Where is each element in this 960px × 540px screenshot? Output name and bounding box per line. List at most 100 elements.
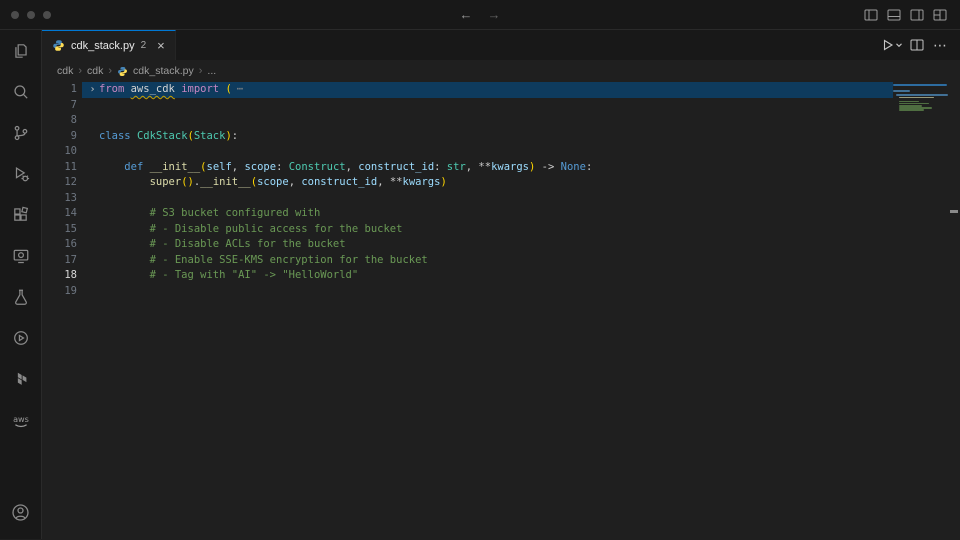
search-icon bbox=[12, 83, 30, 101]
code-text: # - Disable public access for the bucket bbox=[99, 222, 402, 238]
code-line-1[interactable]: 1›from aws_cdk import (⋯ bbox=[42, 82, 893, 98]
line-number: 10 bbox=[42, 144, 82, 160]
nav-back-button[interactable]: ← bbox=[460, 0, 473, 30]
line-number: 16 bbox=[42, 237, 82, 253]
editor-actions: ⋯ bbox=[879, 30, 960, 60]
code-line-9[interactable]: 9class CdkStack(Stack): bbox=[42, 129, 893, 145]
line-number: 17 bbox=[42, 253, 82, 269]
title-bar: ← → bbox=[0, 0, 960, 30]
fold-gutter bbox=[86, 206, 99, 222]
fold-gutter bbox=[86, 237, 99, 253]
activity-run-debug[interactable] bbox=[0, 153, 41, 194]
toggle-panel-icon[interactable] bbox=[886, 7, 902, 23]
activity-source-control[interactable] bbox=[0, 112, 41, 153]
code-line-13[interactable]: 13 bbox=[42, 191, 893, 207]
fold-gutter bbox=[86, 144, 99, 160]
aws-icon: aws bbox=[11, 410, 31, 430]
activity-aws-toolkit[interactable]: aws bbox=[0, 399, 41, 440]
code-line-8[interactable]: 8 bbox=[42, 113, 893, 129]
window-control-dot[interactable] bbox=[11, 11, 19, 19]
nav-forward-button[interactable]: → bbox=[488, 0, 501, 30]
code-line-15[interactable]: 15 # - Disable public access for the buc… bbox=[42, 222, 893, 238]
code-line-16[interactable]: 16 # - Disable ACLs for the bucket bbox=[42, 237, 893, 253]
breadcrumb-item-symbol[interactable]: ... bbox=[207, 65, 216, 77]
fold-collapsed-icon[interactable]: › bbox=[86, 82, 99, 98]
activity-remote-explorer[interactable] bbox=[0, 235, 41, 276]
code-text: def __init__(self, scope: Construct, con… bbox=[99, 160, 592, 176]
fold-gutter bbox=[86, 253, 99, 269]
window-controls bbox=[11, 11, 51, 19]
split-editor-button[interactable] bbox=[909, 37, 925, 53]
fold-gutter bbox=[86, 191, 99, 207]
fold-gutter bbox=[86, 175, 99, 191]
remote-explorer-icon bbox=[12, 247, 30, 265]
breadcrumb: cdk › cdk › cdk_stack.py › ... bbox=[42, 60, 960, 82]
tab-label: cdk_stack.py bbox=[71, 40, 135, 52]
activity-play-circle[interactable] bbox=[0, 317, 41, 358]
code-line-11[interactable]: 11 def __init__(self, scope: Construct, … bbox=[42, 160, 893, 176]
line-number: 13 bbox=[42, 191, 82, 207]
code-line-14[interactable]: 14 # S3 bucket configured with bbox=[42, 206, 893, 222]
tab-cdk-stack-py[interactable]: cdk_stack.py 2 × bbox=[42, 30, 176, 60]
breadcrumb-item-file[interactable]: cdk_stack.py bbox=[133, 65, 194, 77]
activity-extensions[interactable] bbox=[0, 194, 41, 235]
activity-search[interactable] bbox=[0, 71, 41, 112]
fold-gutter bbox=[86, 129, 99, 145]
line-number: 11 bbox=[42, 160, 82, 176]
line-number: 15 bbox=[42, 222, 82, 238]
tab-close-icon[interactable]: × bbox=[157, 38, 165, 53]
code-lines: 1›from aws_cdk import (⋯789class CdkStac… bbox=[42, 82, 893, 299]
code-line-12[interactable]: 12 super().__init__(scope, construct_id,… bbox=[42, 175, 893, 191]
folded-code-ellipsis[interactable]: ⋯ bbox=[237, 83, 243, 95]
window-control-dot[interactable] bbox=[27, 11, 35, 19]
code-text: class CdkStack(Stack): bbox=[99, 129, 238, 145]
breadcrumb-item-folder[interactable]: cdk bbox=[57, 65, 73, 77]
activity-bar: aws bbox=[0, 30, 42, 539]
run-icon bbox=[879, 37, 895, 53]
code-line-7[interactable]: 7 bbox=[42, 98, 893, 114]
fold-gutter bbox=[86, 284, 99, 300]
activity-explorer[interactable] bbox=[0, 30, 41, 71]
line-number: 12 bbox=[42, 175, 82, 191]
line-number: 1 bbox=[42, 82, 82, 98]
minimap-line bbox=[893, 84, 947, 86]
fold-gutter bbox=[86, 98, 99, 114]
workbench: aws cdk_stack.py 2 × bbox=[0, 30, 960, 539]
more-actions-button[interactable]: ⋯ bbox=[931, 37, 950, 54]
toggle-secondary-sidebar-icon[interactable] bbox=[909, 7, 925, 23]
activity-accounts[interactable] bbox=[0, 492, 41, 533]
breadcrumb-item-subfolder[interactable]: cdk bbox=[87, 65, 103, 77]
code-line-10[interactable]: 10 bbox=[42, 144, 893, 160]
run-and-debug-icon bbox=[12, 165, 30, 183]
minimap[interactable] bbox=[893, 84, 948, 113]
activity-terraform[interactable] bbox=[0, 358, 41, 399]
code-text: # - Enable SSE-KMS encryption for the bu… bbox=[99, 253, 428, 269]
code-line-18[interactable]: 18 # - Tag with "AI" -> "HelloWorld" bbox=[42, 268, 893, 284]
line-number: 7 bbox=[42, 98, 82, 114]
activity-testing[interactable] bbox=[0, 276, 41, 317]
code-line-19[interactable]: 19 bbox=[42, 284, 893, 300]
editor[interactable]: 1›from aws_cdk import (⋯789class CdkStac… bbox=[42, 82, 960, 539]
fold-gutter bbox=[86, 268, 99, 284]
minimap-line bbox=[893, 90, 910, 92]
line-number: 14 bbox=[42, 206, 82, 222]
code-line-17[interactable]: 17 # - Enable SSE-KMS encryption for the… bbox=[42, 253, 893, 269]
python-file-icon bbox=[117, 66, 128, 77]
toggle-primary-sidebar-icon[interactable] bbox=[863, 7, 879, 23]
code-text: super().__init__(scope, construct_id, **… bbox=[99, 175, 447, 191]
line-number: 8 bbox=[42, 113, 82, 129]
minimap-line bbox=[899, 109, 924, 111]
breadcrumb-separator: › bbox=[108, 65, 112, 77]
fold-gutter bbox=[86, 222, 99, 238]
scrollbar[interactable] bbox=[948, 82, 960, 539]
python-file-icon bbox=[52, 39, 65, 52]
line-number: 19 bbox=[42, 284, 82, 300]
code-text: # - Tag with "AI" -> "HelloWorld" bbox=[99, 268, 358, 284]
layout-controls bbox=[863, 7, 948, 23]
fold-gutter bbox=[86, 113, 99, 129]
split-editor-icon bbox=[909, 37, 925, 53]
run-python-file-button[interactable] bbox=[879, 37, 903, 53]
customize-layout-icon[interactable] bbox=[932, 7, 948, 23]
line-number: 18 bbox=[42, 268, 82, 284]
window-control-dot[interactable] bbox=[43, 11, 51, 19]
